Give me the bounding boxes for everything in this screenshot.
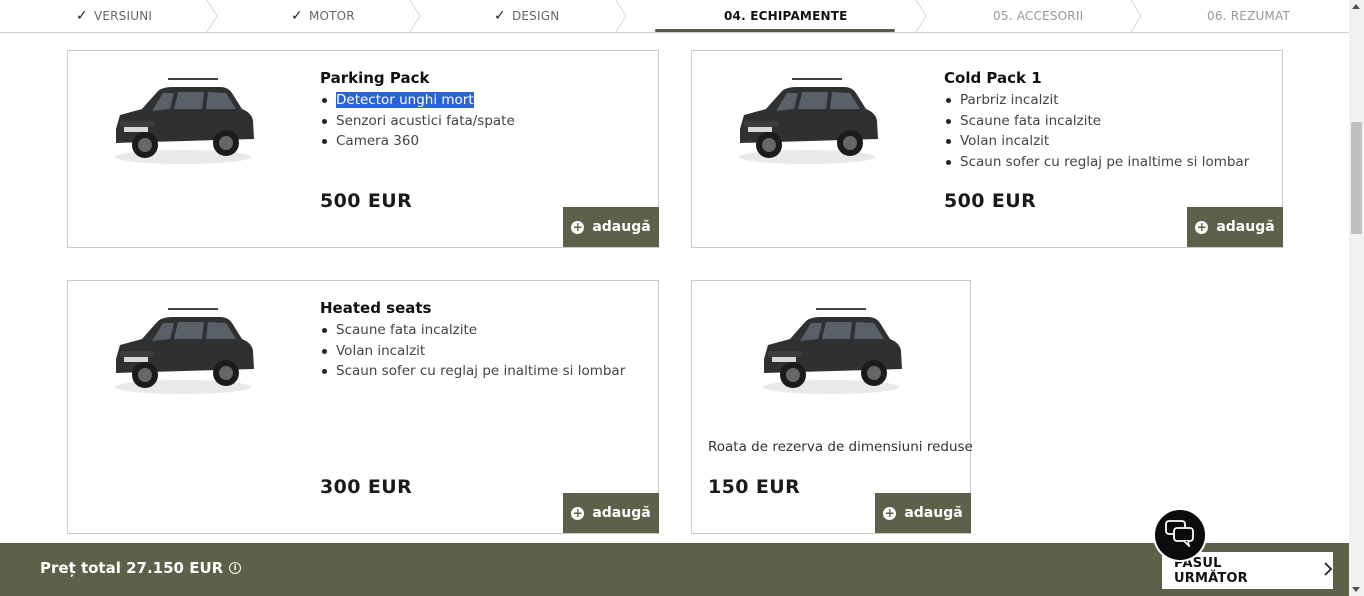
step-design[interactable]: ✓ DESIGN — [494, 0, 559, 32]
list-item: Parbriz incalzit — [944, 90, 1249, 111]
add-button[interactable]: + adaugă — [563, 207, 659, 247]
step-motor[interactable]: ✓ MOTOR — [291, 0, 355, 32]
active-step-indicator — [655, 29, 895, 32]
check-icon: ✓ — [291, 8, 303, 24]
add-button[interactable]: + adaugă — [875, 493, 971, 533]
selected-text: Detector unghi mort — [336, 92, 474, 108]
step-echipamente[interactable]: 04. ECHIPAMENTE — [724, 0, 848, 32]
step-label: VERSIUNI — [93, 9, 153, 23]
plus-circle-icon: + — [571, 505, 585, 520]
check-icon: ✓ — [76, 8, 88, 24]
step-rezumat[interactable]: 06. REZUMAT — [1207, 0, 1290, 32]
step-label: 06. REZUMAT — [1207, 9, 1290, 23]
chat-icon — [1164, 519, 1196, 551]
check-icon: ✓ — [494, 8, 506, 24]
step-separator — [914, 0, 928, 32]
price: 500 EUR — [944, 190, 1037, 212]
list-item: Scaune fata incalzite — [944, 111, 1249, 132]
list-item: Scaun sofer cu reglaj pe inaltime si lom… — [944, 152, 1249, 173]
step-label: 04. ECHIPAMENTE — [724, 9, 848, 23]
list-item: Camera 360 — [320, 131, 515, 152]
chat-button[interactable] — [1153, 508, 1207, 562]
list-item: Volan incalzit — [944, 131, 1249, 152]
steps-bar: ✓ VERSIUNI ✓ MOTOR ✓ DESIGN 04. ECHIPAME… — [0, 0, 1349, 33]
feature-list: Parbriz incalzit Scaune fata incalzite V… — [944, 90, 1249, 172]
plus-circle-icon: + — [883, 505, 897, 520]
add-button[interactable]: + adaugă — [1187, 207, 1283, 247]
plus-circle-icon: + — [571, 219, 585, 234]
list-item: Scaune fata incalzite — [320, 320, 625, 341]
price: 150 EUR — [708, 476, 801, 498]
list-item: Volan incalzit — [320, 341, 625, 362]
step-label: 05. ACCESORII — [993, 9, 1084, 23]
total-price-bar: Preț total 27.150 EUR i PASUL URMĂTOR — [0, 543, 1349, 596]
card-title: Parking Pack — [320, 69, 430, 87]
step-separator — [205, 0, 219, 32]
scroll-up-icon[interactable] — [1352, 4, 1360, 9]
option-card-heated-seats: Heated seats Scaune fata incalzite Volan… — [67, 280, 659, 534]
add-button-label: adaugă — [592, 505, 651, 521]
total-price: Preț total 27.150 EUR i — [40, 559, 242, 577]
page-scrollbar[interactable] — [1349, 0, 1364, 596]
add-button-label: adaugă — [904, 505, 963, 521]
add-button-label: adaugă — [1216, 219, 1275, 235]
step-versiuni[interactable]: ✓ VERSIUNI — [76, 0, 152, 32]
step-separator — [614, 0, 628, 32]
step-label: MOTOR — [308, 9, 355, 23]
car-image — [108, 69, 258, 173]
step-separator — [408, 0, 422, 32]
add-button-label: adaugă — [592, 219, 651, 235]
step-separator — [1129, 0, 1143, 32]
price: 300 EUR — [320, 476, 413, 498]
card-title: Heated seats — [320, 299, 432, 317]
car-image — [756, 299, 906, 403]
next-step-label: PASUL URMĂTOR — [1174, 555, 1248, 586]
list-item: Senzori acustici fata/spate — [320, 111, 515, 132]
step-label: DESIGN — [511, 9, 560, 23]
total-price-label: Preț total 27.150 EUR — [40, 559, 224, 577]
feature-list: Detector unghi mort Senzori acustici fat… — [320, 90, 515, 152]
step-accesorii[interactable]: 05. ACCESORII — [993, 0, 1083, 32]
price: 500 EUR — [320, 190, 413, 212]
card-description: Roata de rezerva de dimensiuni reduse — [708, 439, 973, 455]
plus-circle-icon: + — [1195, 219, 1209, 234]
list-item: Detector unghi mort — [320, 90, 515, 111]
option-card-cold-pack-1: Cold Pack 1 Parbriz incalzit Scaune fata… — [691, 50, 1283, 248]
car-image — [732, 69, 882, 173]
scroll-down-icon[interactable] — [1352, 587, 1360, 592]
list-item: Scaun sofer cu reglaj pe inaltime si lom… — [320, 361, 625, 382]
option-card-parking-pack: Parking Pack Detector unghi mort Senzori… — [67, 50, 659, 248]
feature-list: Scaune fata incalzite Volan incalzit Sca… — [320, 320, 625, 382]
option-card-spare-wheel: Roata de rezerva de dimensiuni reduse 15… — [691, 280, 973, 534]
car-image — [108, 299, 258, 403]
info-icon[interactable]: i — [229, 562, 242, 574]
scrollbar-thumb[interactable] — [1351, 122, 1362, 234]
add-button[interactable]: + adaugă — [563, 493, 659, 533]
card-title: Cold Pack 1 — [944, 69, 1042, 87]
chevron-right-icon — [1323, 561, 1333, 580]
